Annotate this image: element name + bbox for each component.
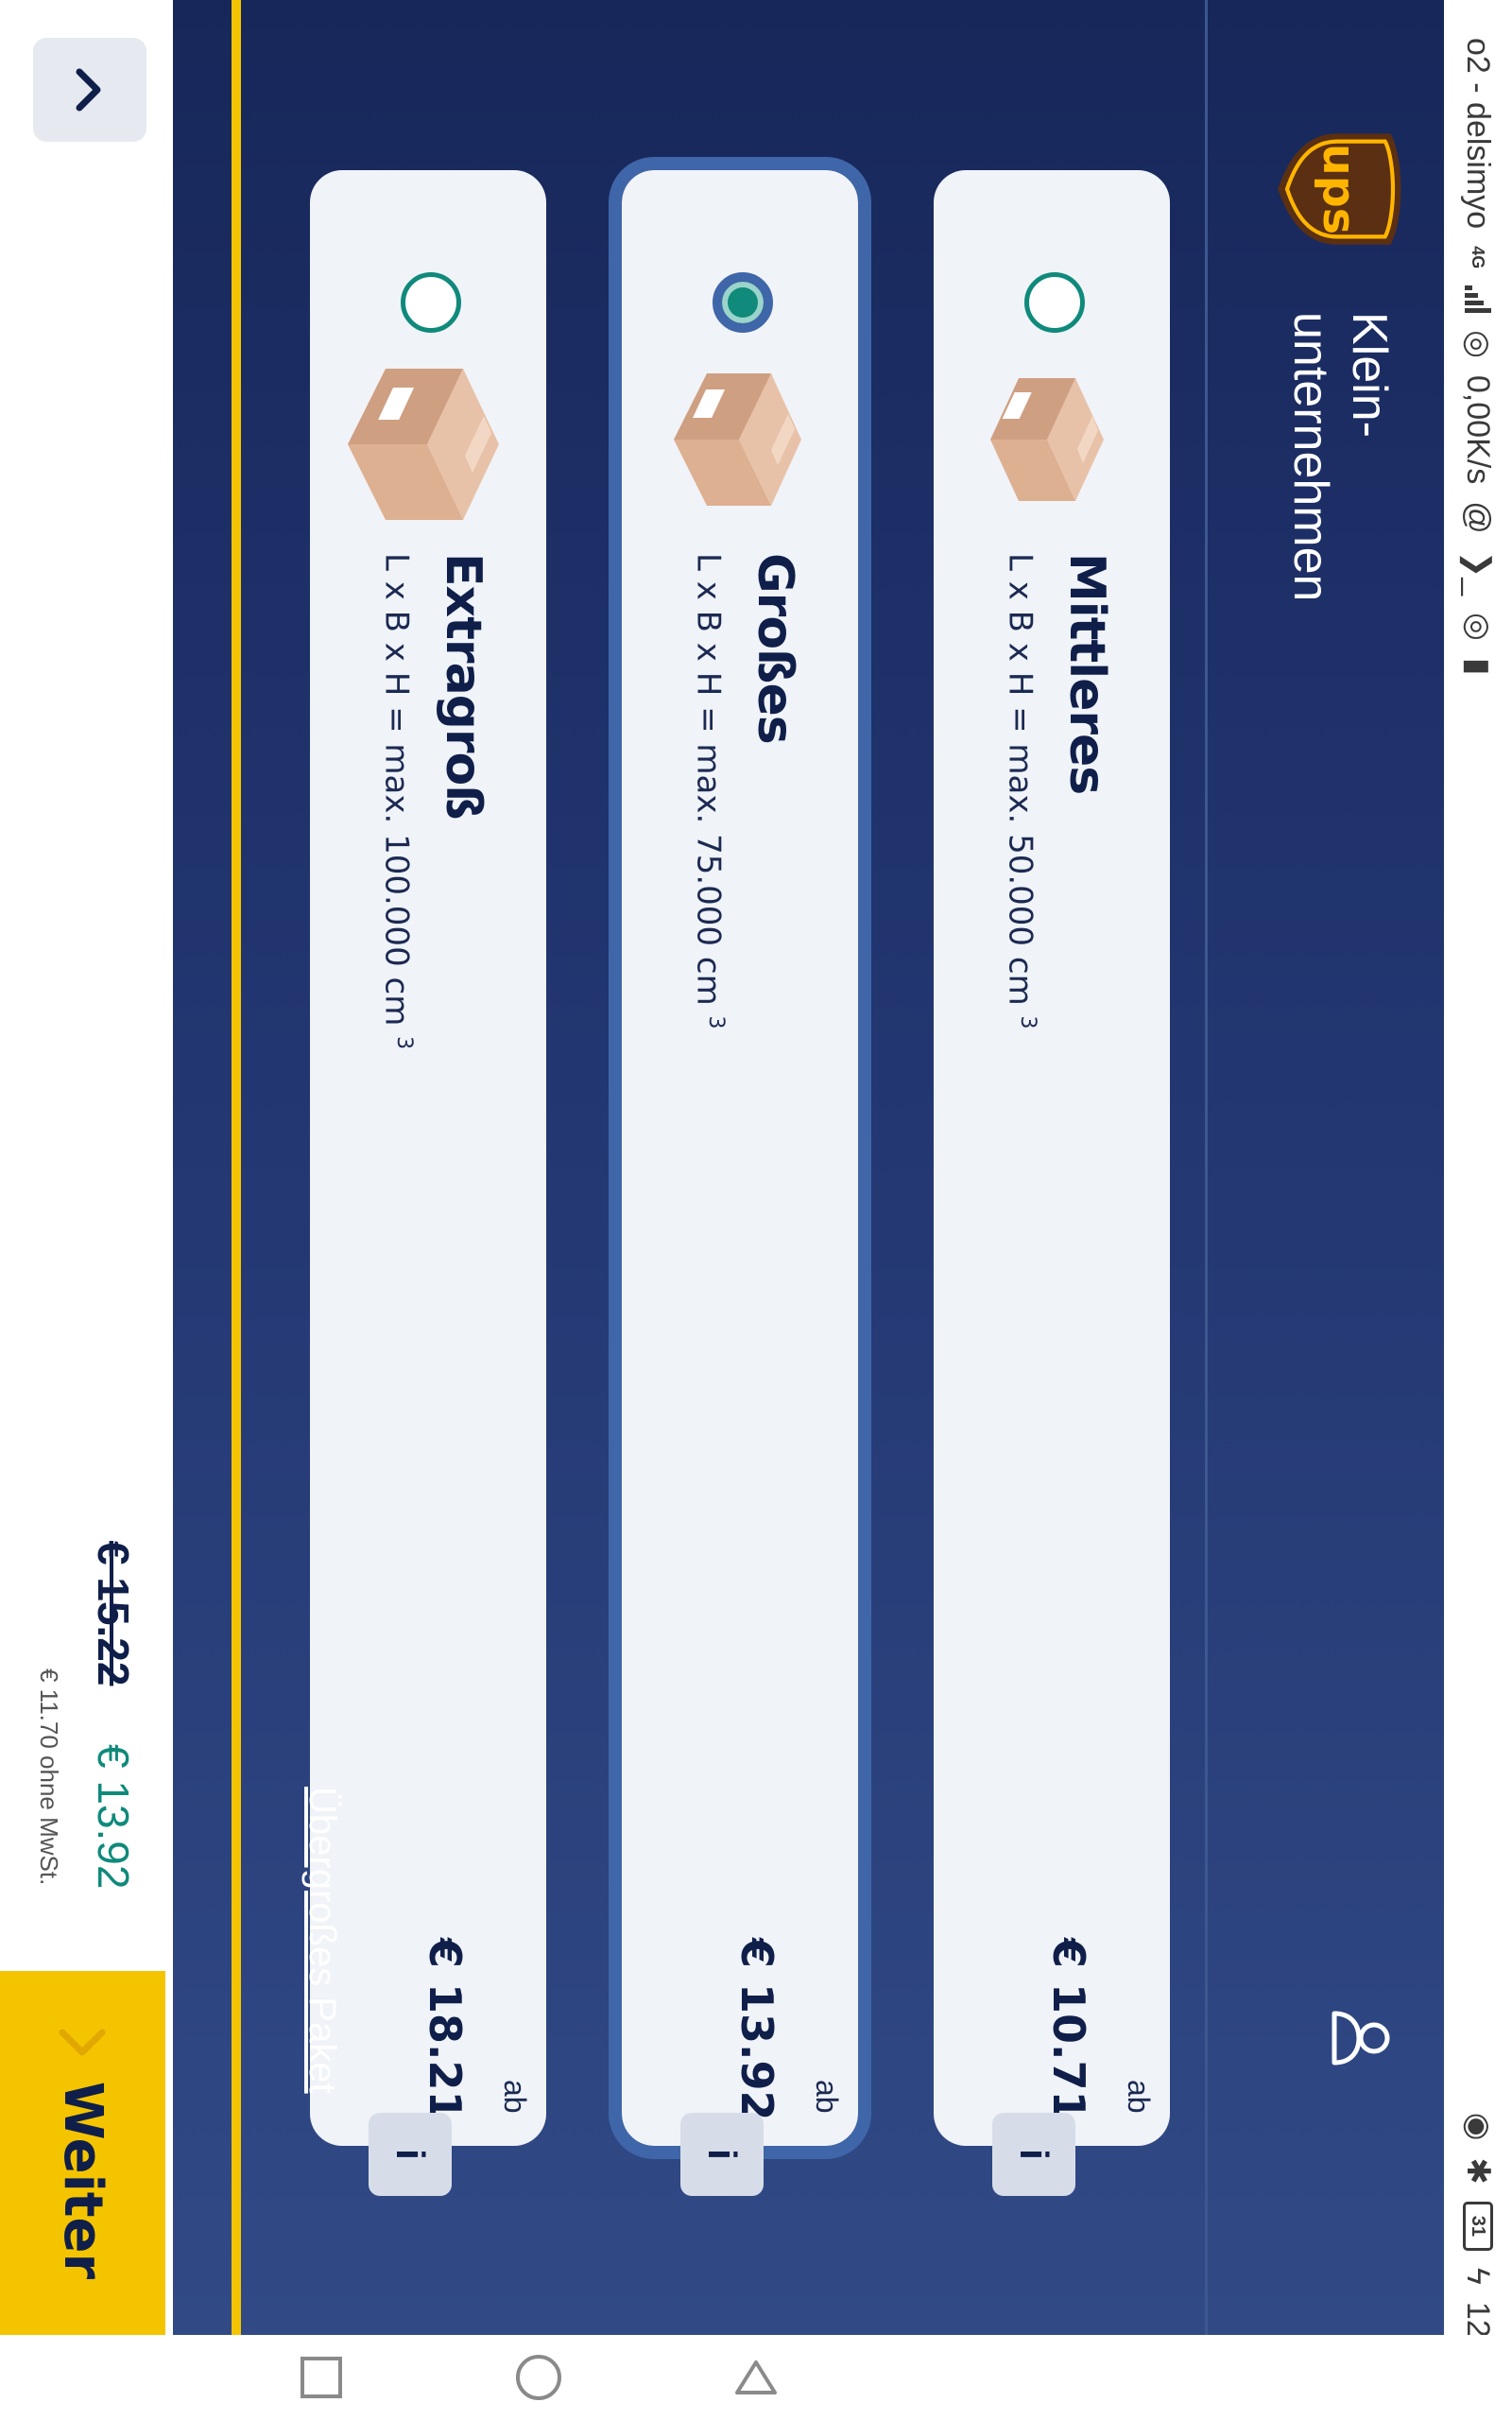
profile-icon[interactable] [1329, 2004, 1397, 2072]
package-box-icon [990, 378, 1104, 501]
header: ups Klein- unternehmen [1208, 0, 1444, 2335]
card-dimensions: L x B x H = max. 50.000 cm 3 [1002, 553, 1040, 1029]
ups-logo-icon: ups [1278, 133, 1401, 245]
signal-icon [1465, 285, 1491, 314]
battery-icon: 31 [1463, 2201, 1493, 2251]
eye-icon: ◉ [1460, 2112, 1496, 2141]
package-card-extragross[interactable]: Extragroß L x B x H = max. 100.000 cm 3 … [310, 170, 546, 2196]
package-card-grosses[interactable]: Großes L x B x H = max. 75.000 cm 3 ab €… [620, 59, 860, 2257]
hotspot-icon: ◎ [1460, 330, 1496, 358]
header-title: Klein- unternehmen [1283, 312, 1397, 602]
dims-sup: 3 [704, 1015, 728, 1029]
dims-text: L x B x H = max. 75.000 cm [689, 553, 728, 1006]
header-divider [1205, 0, 1208, 2335]
net-price: € 11.70 ohne MwSt. [35, 1668, 63, 1886]
info-button[interactable]: i [992, 2113, 1075, 2196]
info-button[interactable]: i [680, 2113, 764, 2196]
price-prefix: ab [810, 2080, 844, 2114]
home-icon[interactable] [510, 2349, 567, 2406]
weiter-label: Weiter [52, 2081, 113, 2280]
card-dimensions: L x B x H = max. 75.000 cm 3 [690, 553, 728, 1029]
chevron-up-icon [76, 68, 101, 112]
package-box-icon [674, 373, 801, 506]
chevron-right-icon [60, 2029, 106, 2056]
recents-icon[interactable] [293, 2349, 350, 2406]
package-box-icon [348, 369, 499, 520]
card-price: € 10.71 [1043, 1938, 1094, 2121]
info-button[interactable]: i [369, 2113, 452, 2196]
card-dimensions: L x B x H = max. 100.000 cm 3 [378, 553, 416, 1049]
network-label: 4G [1469, 246, 1488, 269]
alert-icon: ▮ [1460, 657, 1496, 676]
radio-button-selected[interactable] [713, 272, 773, 333]
dims-text: L x B x H = max. 100.000 cm [377, 553, 416, 1027]
hotspot-icon-2: ◎ [1460, 613, 1496, 641]
package-card-mittleres[interactable]: Mittleres L x B x H = max. 50.000 cm 3 a… [934, 170, 1170, 2196]
weiter-button[interactable]: Weiter [0, 1971, 165, 2335]
oversize-package-link[interactable]: Übergroßes Paket [301, 1787, 343, 2094]
carrier-label: o2 - delsimyo [1460, 38, 1497, 230]
status-left: o2 - delsimyo 4G ◎ 0,00K/s @ ❯_ ◎ ▮ [1459, 38, 1497, 676]
android-nav-bar [0, 2335, 1512, 2420]
bottom-price-bar: € 15.22 € 13.92 € 11.70 ohne MwSt. Weite… [0, 0, 165, 2335]
dims-sup: 3 [392, 1036, 416, 1050]
bluetooth-icon: ✱ [1460, 2157, 1496, 2185]
price-prefix: ab [1122, 2080, 1156, 2114]
main-content: ups Klein- unternehmen Mittleres L x B x… [173, 0, 1444, 2335]
dims-sup: 3 [1016, 1015, 1040, 1029]
card-price: € 18.21 [420, 1938, 471, 2121]
card-title: Extragroß [435, 553, 491, 820]
old-price: € 15.22 [89, 1541, 138, 1686]
svg-text:ups: ups [1313, 144, 1365, 234]
dims-text: L x B x H = max. 50.000 cm [1001, 553, 1040, 1006]
back-icon[interactable] [728, 2349, 784, 2406]
status-bar: o2 - delsimyo 4G ◎ 0,00K/s @ ❯_ ◎ ▮ ◉ ✱ … [1444, 0, 1512, 2420]
radio-button[interactable] [1024, 272, 1085, 333]
yellow-accent-strip [232, 0, 241, 2335]
card-title: Großes [747, 553, 803, 744]
expand-button[interactable] [33, 38, 146, 142]
card-price: € 13.92 [731, 1938, 782, 2121]
card-title: Mittleres [1058, 553, 1115, 795]
radio-button[interactable] [401, 272, 461, 333]
current-price: € 13.92 [89, 1744, 138, 1890]
price-prefix: ab [498, 2080, 532, 2114]
terminal-icon: ❯_ [1460, 550, 1496, 596]
charging-icon: ϟ [1460, 2267, 1497, 2285]
speed-label: 0,00K/s [1460, 374, 1497, 485]
at-icon: @ [1460, 501, 1497, 534]
